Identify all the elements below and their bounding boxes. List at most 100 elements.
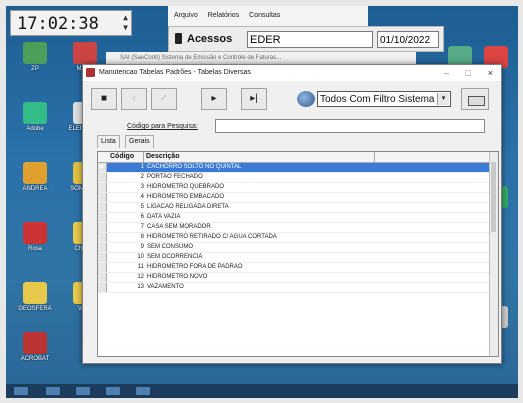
taskbar: [6, 384, 518, 398]
table-row[interactable]: 12 HIDROMETRO NOVO: [98, 273, 490, 283]
taskbar-app-icon[interactable]: [136, 387, 150, 395]
window-title: Manutencao Tabelas Padrões - Tabelas Div…: [99, 69, 251, 76]
chevron-down-icon[interactable]: ▾: [437, 93, 449, 105]
table-row[interactable]: 11 HIDROMETRO FORA DE PADRAO: [98, 263, 490, 273]
row-indicator: [98, 253, 107, 262]
acessos-label: Acessos: [187, 33, 233, 45]
date-field[interactable]: 01/10/2022: [377, 31, 439, 48]
folder-icon: [23, 282, 47, 304]
user-field[interactable]: EDER: [247, 31, 373, 48]
cell-codigo: 5: [140, 204, 144, 210]
background-window-title[interactable]: SAI (SaeConti) Sistema de Emissão e Cont…: [106, 52, 416, 64]
menu-item-consultas[interactable]: Consultas: [249, 12, 280, 19]
next-button[interactable]: ▸: [201, 88, 227, 110]
row-indicator: [98, 213, 107, 222]
tab-lista[interactable]: Lista: [97, 135, 120, 148]
cell-codigo: 2: [140, 174, 144, 180]
taskbar-app-icon[interactable]: [76, 387, 90, 395]
cell-descricao: CASA SEM MORADOR: [147, 224, 211, 230]
cell-codigo: 13: [137, 284, 144, 290]
toolbar: ■ ‹ ✓ ▸ ▸| Todos Com Filtro Sistema ▾: [91, 88, 489, 112]
desktop-icon[interactable]: ZP: [10, 42, 60, 90]
cell-descricao: DATA VAZIA: [147, 214, 181, 220]
row-indicator: [98, 273, 107, 282]
clock-widget: 17:02:38 ▲ ▼: [10, 10, 132, 36]
lock-icon: [175, 33, 182, 44]
app-icon: [73, 42, 97, 64]
table-row[interactable]: 3 HIDROMETRO QUEBRADO: [98, 183, 490, 193]
cell-codigo: 9: [140, 244, 144, 250]
tab-gerais[interactable]: Gerais: [125, 135, 154, 148]
column-divider: [374, 152, 375, 162]
row-indicator: [98, 223, 107, 232]
cell-descricao: CACHORRO SOLTO NO QUINTAL: [147, 164, 242, 170]
window-titlebar[interactable]: Manutencao Tabelas Padrões - Tabelas Div…: [83, 65, 501, 81]
column-header-codigo[interactable]: Código: [110, 152, 134, 162]
row-indicator: [98, 183, 107, 192]
table-row[interactable]: 9 SEM CONSUMO: [98, 243, 490, 253]
main-menu-bar: Arquivo Relatórios Consultas: [168, 6, 368, 26]
row-indicator: [98, 173, 107, 182]
app-icon: [23, 222, 47, 244]
row-indicator: [98, 203, 107, 212]
filter-select[interactable]: Todos Com Filtro Sistema ▾: [317, 91, 451, 107]
clock-time: 17:02:38: [17, 14, 99, 34]
table-row[interactable]: ▶ 1 CACHORRO SOLTO NO QUINTAL: [98, 163, 490, 173]
clock-spin-icon[interactable]: ▲ ▼: [123, 13, 128, 33]
acessos-bar: Acessos EDER 01/10/2022: [168, 26, 444, 52]
cell-codigo: 10: [137, 254, 144, 260]
row-indicator: [98, 283, 107, 292]
printer-icon: [468, 96, 485, 106]
app-icon: [86, 68, 95, 77]
table-row[interactable]: 4 HIDROMETRO EMBACADO: [98, 193, 490, 203]
confirm-button[interactable]: ✓: [151, 88, 177, 110]
vertical-scrollbar[interactable]: [489, 152, 498, 356]
desktop-icon[interactable]: Adobe: [10, 102, 60, 150]
table-row[interactable]: 13 VAZAMENTO: [98, 283, 490, 293]
cell-descricao: HIDROMETRO EMBACADO: [147, 194, 225, 200]
column-header-descricao[interactable]: Descrição: [146, 152, 179, 162]
row-indicator: [98, 243, 107, 252]
cell-codigo: 11: [137, 264, 144, 270]
desktop-icon[interactable]: ANDREA: [10, 162, 60, 210]
cell-codigo: 3: [140, 184, 144, 190]
data-grid: Código Descrição ▶ 1 CACHORRO SOLTO NO QUI…: [97, 151, 499, 357]
row-indicator: [98, 233, 107, 242]
print-button[interactable]: [461, 88, 489, 110]
close-icon[interactable]: ×: [488, 65, 493, 81]
desktop-icon[interactable]: GEOSFERA: [10, 282, 60, 330]
tabelas-diversas-window: Manutencao Tabelas Padrões - Tabelas Div…: [82, 64, 502, 364]
table-row[interactable]: 7 CASA SEM MORADOR: [98, 223, 490, 233]
row-indicator: ▶: [98, 163, 107, 172]
app-icon: [23, 162, 47, 184]
table-row[interactable]: 6 DATA VAZIA: [98, 213, 490, 223]
maximize-icon[interactable]: □: [466, 65, 471, 81]
cell-codigo: 7: [140, 224, 144, 230]
search-input[interactable]: [215, 119, 485, 133]
table-row[interactable]: 10 SEM OCORRENCIA: [98, 253, 490, 263]
last-button[interactable]: ▸|: [241, 88, 267, 110]
taskbar-app-icon[interactable]: [106, 387, 120, 395]
back-button[interactable]: ‹: [121, 88, 147, 110]
cell-descricao: HIDROMETRO FORA DE PADRAO: [147, 264, 243, 270]
cell-codigo: 4: [140, 194, 144, 200]
menu-item-arquivo[interactable]: Arquivo: [174, 12, 198, 19]
cell-descricao: PORTAO FECHADO: [147, 174, 203, 180]
filter-icon: [297, 91, 315, 107]
start-icon[interactable]: [14, 387, 28, 395]
cell-codigo: 6: [140, 214, 144, 220]
stop-button[interactable]: ■: [91, 88, 117, 110]
menu-item-relatorios[interactable]: Relatórios: [208, 12, 240, 19]
taskbar-app-icon[interactable]: [46, 387, 60, 395]
table-row[interactable]: 2 PORTAO FECHADO: [98, 173, 490, 183]
scroll-thumb[interactable]: [491, 162, 496, 232]
minimize-icon[interactable]: –: [444, 65, 449, 81]
table-row[interactable]: 5 LIGACAO RELIGADA DIRETA: [98, 203, 490, 213]
cell-codigo: 12: [137, 274, 144, 280]
table-row[interactable]: 8 HIDROMETRO RETIRADO C/ AGUA CORTADA: [98, 233, 490, 243]
cell-descricao: LIGACAO RELIGADA DIRETA: [147, 204, 229, 210]
desktop-icon[interactable]: Rosa: [10, 222, 60, 270]
cell-descricao: HIDROMETRO NOVO: [147, 274, 208, 280]
desktop-icon[interactable]: ACROBAT: [10, 332, 60, 380]
row-indicator: [98, 193, 107, 202]
